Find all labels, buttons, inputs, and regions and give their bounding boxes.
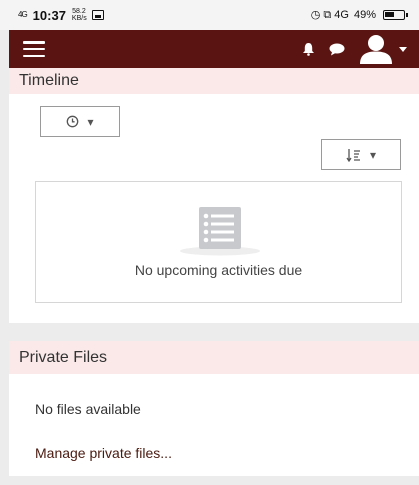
battery-percent: 49% (353, 9, 376, 21)
hamburger-icon[interactable] (23, 41, 45, 57)
app-bar (9, 30, 419, 68)
battery-icon (383, 10, 408, 20)
manage-private-files-link[interactable]: Manage private files... (35, 445, 172, 461)
bell-icon[interactable] (302, 42, 315, 56)
private-files-title: Private Files (19, 348, 108, 366)
timeline-title: Timeline (19, 72, 79, 89)
filter-caret: ▾ (87, 114, 94, 129)
timeline-header: Timeline (9, 68, 419, 94)
status-bar: 4G 10:37 58.2 KB/s ◷ ⧉ 4G 49% (0, 0, 419, 30)
private-files-header: Private Files (9, 341, 419, 374)
timeline-block: Timeline ▾ ▾ No upcoming activities due (9, 68, 419, 323)
user-avatar-icon[interactable] (359, 34, 393, 64)
signal-indicator: 4G (18, 10, 28, 19)
clock-icon (67, 115, 79, 128)
sort-icon (346, 148, 360, 162)
gallery-icon (91, 10, 104, 20)
sort-caret: ▾ (369, 147, 377, 162)
empty-list-icon (180, 207, 260, 256)
network-speed: 58.2 KB/s (71, 8, 87, 22)
caret-down-icon[interactable] (399, 46, 407, 52)
private-files-block: Private Files No files available Manage … (9, 341, 419, 476)
private-files-empty-message: No files available (35, 401, 141, 417)
timeline-sort-button[interactable]: ▾ (321, 139, 401, 170)
timeline-empty-state: No upcoming activities due (35, 181, 402, 303)
user-menu[interactable] (359, 34, 407, 64)
status-time: 10:37 (32, 7, 66, 23)
timeline-empty-message: No upcoming activities due (134, 262, 303, 278)
chat-icon[interactable] (329, 43, 345, 56)
status-icons: ◷ ⧉ 4G (310, 9, 349, 21)
main-content: Timeline ▾ ▾ No upcoming activities due … (9, 68, 419, 485)
timeline-filter-button[interactable]: ▾ (40, 106, 120, 137)
